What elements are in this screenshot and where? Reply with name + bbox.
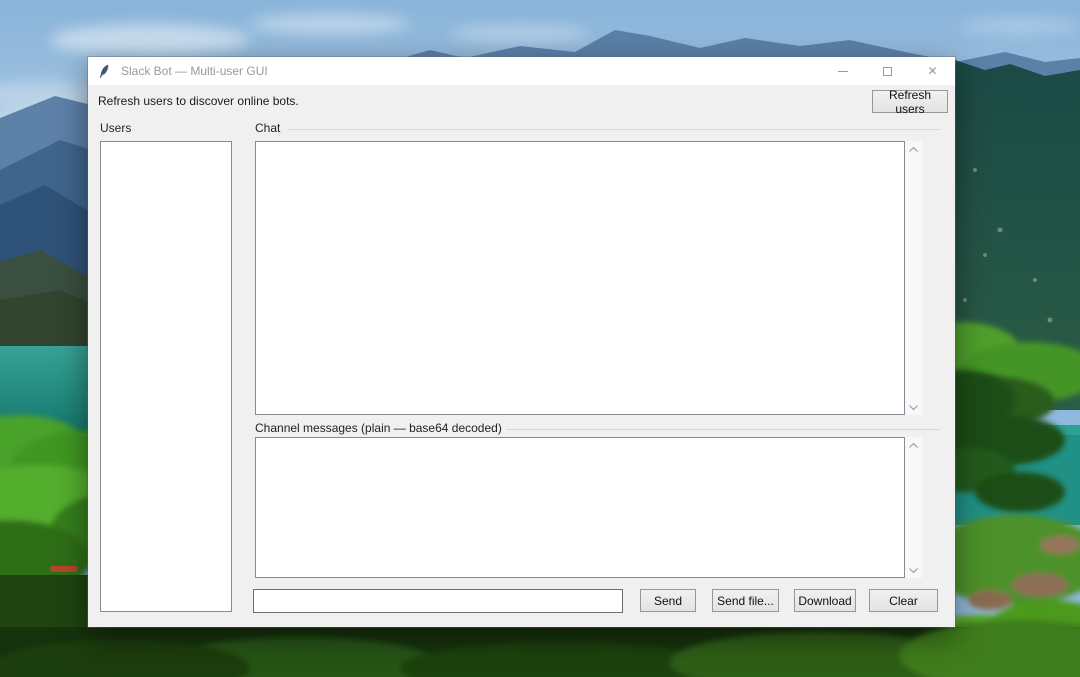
chevron-down-icon[interactable]: [905, 399, 922, 415]
chevron-up-icon[interactable]: [905, 437, 922, 453]
channel-panel-label: Channel messages (plain — base64 decoded…: [255, 421, 506, 435]
chat-text-area[interactable]: [255, 141, 905, 415]
send-file-button[interactable]: Send file...: [712, 589, 779, 612]
maximize-button[interactable]: [865, 57, 910, 85]
minimize-button[interactable]: [820, 57, 865, 85]
tk-feather-icon: [97, 64, 112, 79]
maximize-icon: [883, 67, 892, 76]
users-panel-label: Users: [100, 121, 135, 135]
close-icon: ✕: [927, 65, 937, 77]
app-window: Slack Bot — Multi-user GUI ✕ Refresh use…: [88, 57, 955, 627]
channel-frame-border: [500, 429, 940, 430]
chat-frame-border: [288, 129, 940, 130]
window-controls: ✕: [820, 57, 955, 85]
channel-scrollbar[interactable]: [905, 437, 922, 578]
close-button[interactable]: ✕: [910, 57, 955, 85]
message-input[interactable]: [253, 589, 623, 613]
chevron-up-icon[interactable]: [905, 141, 922, 157]
titlebar[interactable]: Slack Bot — Multi-user GUI ✕: [88, 57, 955, 85]
chat-scrollbar[interactable]: [905, 141, 922, 415]
desktop: Slack Bot — Multi-user GUI ✕ Refresh use…: [0, 0, 1080, 677]
status-label: Refresh users to discover online bots.: [98, 94, 299, 108]
users-listbox[interactable]: [100, 141, 232, 612]
chat-panel-label: Chat: [255, 121, 284, 135]
chevron-down-icon[interactable]: [905, 562, 922, 578]
refresh-users-button[interactable]: Refresh users: [872, 90, 948, 113]
minimize-icon: [838, 71, 848, 72]
send-button[interactable]: Send: [640, 589, 696, 612]
download-button[interactable]: Download: [794, 589, 856, 612]
channel-text-area[interactable]: [255, 437, 905, 578]
clear-button[interactable]: Clear: [869, 589, 938, 612]
window-title: Slack Bot — Multi-user GUI: [121, 64, 268, 78]
